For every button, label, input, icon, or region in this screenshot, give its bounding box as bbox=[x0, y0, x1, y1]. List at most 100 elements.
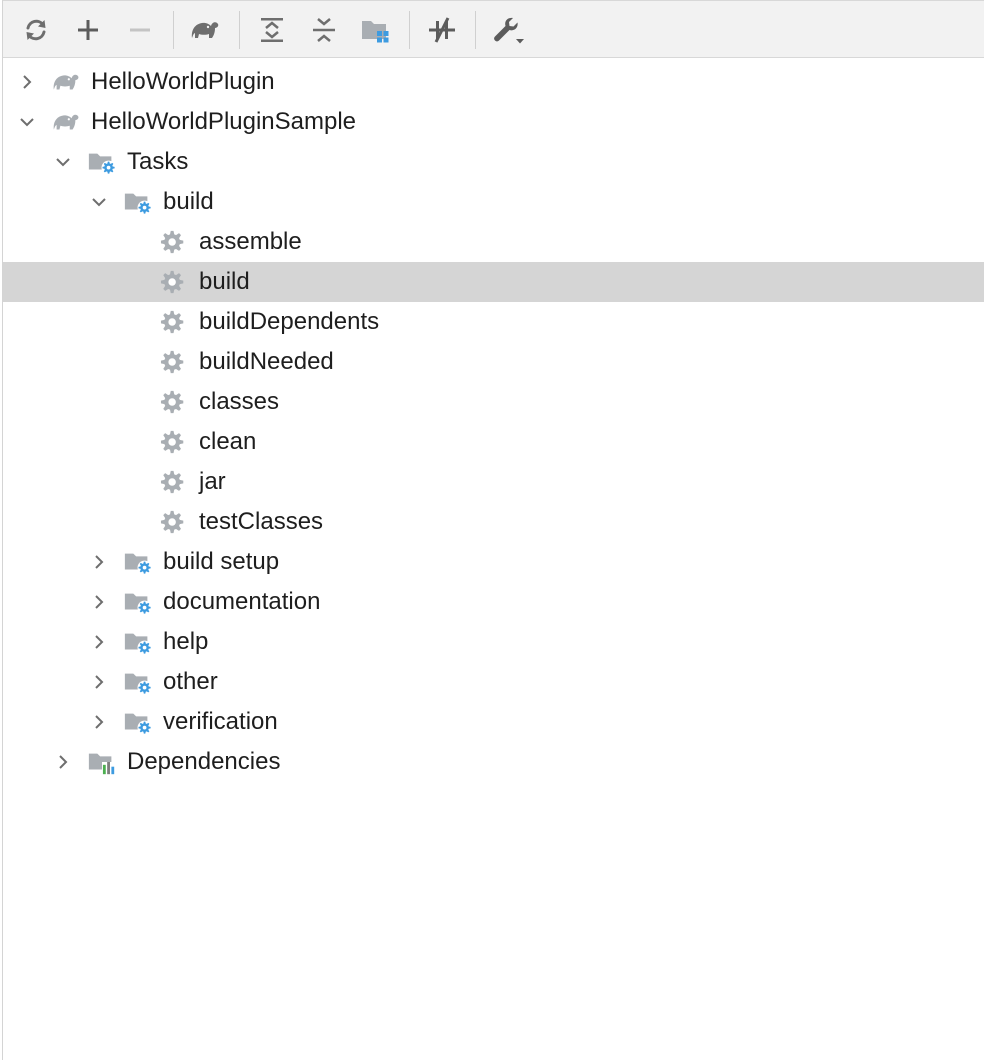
gear-icon bbox=[159, 348, 189, 376]
toolbar-separator bbox=[475, 11, 476, 49]
tree-item-label: documentation bbox=[163, 588, 321, 615]
dependencies-icon bbox=[87, 748, 117, 776]
dependencies-icon bbox=[88, 753, 116, 775]
chevron-down-icon[interactable] bbox=[17, 112, 37, 132]
gear-icon bbox=[159, 308, 189, 336]
build-tool-settings-button[interactable] bbox=[489, 10, 527, 50]
task-folder-icon bbox=[123, 708, 153, 736]
task-folder-icon bbox=[124, 633, 152, 655]
chevron-right-icon[interactable] bbox=[89, 712, 109, 732]
gear-icon bbox=[159, 508, 189, 536]
expand-all-icon bbox=[261, 18, 283, 42]
toolbar-separator bbox=[239, 11, 240, 49]
execute-gradle-task-button[interactable] bbox=[185, 10, 223, 50]
gradle-toolbar bbox=[3, 0, 984, 58]
folder-tree-row[interactable]: other bbox=[3, 662, 984, 702]
tree-item-label: buildNeeded bbox=[199, 348, 334, 375]
task-tree-row[interactable]: jar bbox=[3, 462, 984, 502]
tree-item-label: verification bbox=[163, 708, 278, 735]
tree-item-label: HelloWorldPluginSample bbox=[91, 108, 357, 135]
tree-item-label: build bbox=[199, 268, 250, 295]
task-folder-icon bbox=[124, 673, 152, 695]
tree-item-label: help bbox=[163, 628, 209, 655]
chevron-down-icon[interactable] bbox=[89, 192, 109, 212]
gear-icon bbox=[160, 350, 184, 374]
plus-icon bbox=[78, 20, 98, 40]
folder-tree-row[interactable]: Tasks bbox=[3, 142, 984, 182]
task-folder-icon bbox=[123, 548, 153, 576]
gear-icon bbox=[160, 510, 184, 534]
folder-tree-row[interactable]: documentation bbox=[3, 582, 984, 622]
chevron-right-icon[interactable] bbox=[89, 632, 109, 652]
gradle-tool-window: HelloWorldPlugin HelloWorldPluginSample Ta… bbox=[2, 0, 984, 1060]
gradle-elephant-icon bbox=[51, 68, 81, 96]
task-folder-icon bbox=[123, 668, 153, 696]
folder-tree-row[interactable]: help bbox=[3, 622, 984, 662]
gear-icon bbox=[159, 468, 189, 496]
project-tree-row[interactable]: HelloWorldPlugin bbox=[3, 62, 984, 102]
chevron-right-icon[interactable] bbox=[89, 552, 109, 572]
collapse-all-icon bbox=[313, 18, 335, 42]
task-tree-row[interactable]: buildNeeded bbox=[3, 342, 984, 382]
tree-item-label: jar bbox=[199, 468, 226, 495]
gear-icon bbox=[160, 310, 184, 334]
tree-item-label: other bbox=[163, 668, 218, 695]
reload-all-projects-button[interactable] bbox=[17, 10, 55, 50]
tree-item-label: testClasses bbox=[199, 508, 324, 535]
add-project-button[interactable] bbox=[69, 10, 107, 50]
task-tree-row[interactable]: classes bbox=[3, 382, 984, 422]
gear-icon bbox=[159, 228, 189, 256]
gradle-elephant-icon bbox=[51, 108, 81, 136]
task-folder-icon bbox=[124, 713, 152, 735]
folder-grid-icon bbox=[362, 21, 389, 43]
tree-item-label: assemble bbox=[199, 228, 302, 255]
tree-item-label: HelloWorldPlugin bbox=[91, 68, 275, 95]
wrench-icon bbox=[494, 17, 524, 44]
group-modules-button[interactable] bbox=[357, 10, 395, 50]
gear-icon bbox=[160, 470, 184, 494]
project-tree-row[interactable]: HelloWorldPluginSample bbox=[3, 102, 984, 142]
task-folder-icon bbox=[123, 588, 153, 616]
tree-item-label: Tasks bbox=[127, 148, 189, 175]
tree-item-label: Dependencies bbox=[127, 748, 281, 775]
gradle-elephant-icon bbox=[53, 114, 79, 130]
elephant-icon bbox=[191, 22, 219, 38]
task-folder-icon bbox=[124, 593, 152, 615]
task-folder-icon bbox=[88, 153, 116, 175]
gradle-elephant-icon bbox=[53, 74, 79, 90]
tree-item-label: build bbox=[163, 188, 214, 215]
chevron-right-icon[interactable] bbox=[89, 672, 109, 692]
task-tree-row[interactable]: buildDependents bbox=[3, 302, 984, 342]
toggle-offline-mode-button[interactable] bbox=[423, 10, 461, 50]
gear-icon bbox=[159, 388, 189, 416]
task-tree-row[interactable]: testClasses bbox=[3, 502, 984, 542]
chevron-right-icon[interactable] bbox=[89, 592, 109, 612]
tree-item-label: buildDependents bbox=[199, 308, 380, 335]
expand-all-button[interactable] bbox=[253, 10, 291, 50]
refresh-icon bbox=[26, 19, 46, 41]
task-folder-icon bbox=[123, 628, 153, 656]
folder-tree-row[interactable]: build setup bbox=[3, 542, 984, 582]
chevron-down-icon[interactable] bbox=[53, 152, 73, 172]
folder-tree-row[interactable]: build bbox=[3, 182, 984, 222]
collapse-all-button[interactable] bbox=[305, 10, 343, 50]
toolbar-separator bbox=[173, 11, 174, 49]
gear-icon bbox=[160, 430, 184, 454]
chevron-right-icon[interactable] bbox=[17, 72, 37, 92]
gear-icon bbox=[160, 230, 184, 254]
task-tree-row[interactable]: build bbox=[3, 262, 984, 302]
task-folder-icon bbox=[123, 188, 153, 216]
gear-icon bbox=[160, 390, 184, 414]
remove-project-button[interactable] bbox=[121, 10, 159, 50]
task-folder-icon bbox=[124, 553, 152, 575]
task-tree-row[interactable]: clean bbox=[3, 422, 984, 462]
folder-tree-row[interactable]: Dependencies bbox=[3, 742, 984, 782]
tree-item-label: classes bbox=[199, 388, 280, 415]
folder-tree-row[interactable]: verification bbox=[3, 702, 984, 742]
gear-icon bbox=[159, 428, 189, 456]
task-tree-row[interactable]: assemble bbox=[3, 222, 984, 262]
chevron-right-icon[interactable] bbox=[53, 752, 73, 772]
gear-icon bbox=[159, 268, 189, 296]
tree-item-label: build setup bbox=[163, 548, 280, 575]
toolbar-separator bbox=[409, 11, 410, 49]
